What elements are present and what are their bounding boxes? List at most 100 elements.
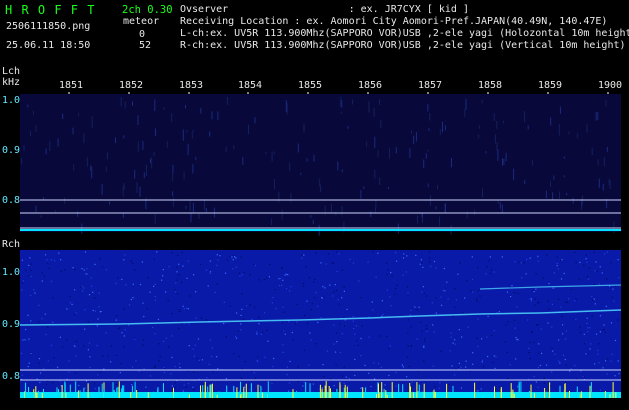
rch-noise-speck bbox=[587, 275, 589, 277]
rch-noise-speck bbox=[283, 311, 285, 313]
rch-noise-speck bbox=[94, 297, 96, 299]
rch-noise-speck bbox=[342, 375, 344, 377]
lch-noise-speck bbox=[464, 108, 466, 117]
lch-noise-speck bbox=[242, 157, 244, 165]
rch-noise-speck bbox=[175, 291, 177, 293]
lch-noise-speck bbox=[182, 129, 184, 141]
rch-noise-speck bbox=[569, 370, 571, 372]
rch-noise-speck bbox=[548, 308, 550, 310]
rch-noise-speck bbox=[110, 345, 112, 347]
rch-noise-speck bbox=[176, 279, 178, 281]
rch-noise-speck bbox=[154, 299, 157, 301]
rch-baseline-bar bbox=[41, 392, 43, 398]
rch-noise-speck bbox=[461, 336, 463, 338]
rch-baseline-bar bbox=[116, 387, 118, 398]
rch-noise-speck bbox=[157, 318, 159, 320]
rch-noise-speck bbox=[216, 264, 218, 266]
lch-noise-speck bbox=[559, 106, 561, 114]
lch-noise-speck bbox=[503, 158, 505, 165]
rch-noise-speck bbox=[179, 366, 181, 369]
rch-noise-speck bbox=[100, 310, 102, 313]
rch-noise-speck bbox=[407, 292, 409, 294]
lch-noise-speck bbox=[270, 218, 272, 225]
rch-noise-speck bbox=[321, 297, 323, 299]
lch-noise-speck bbox=[341, 206, 343, 216]
lch-noise-speck bbox=[163, 107, 165, 110]
rch-noise-speck bbox=[435, 312, 437, 314]
rch-baseline-bar bbox=[163, 383, 164, 398]
rch-baseline-bar bbox=[117, 386, 119, 398]
rch-noise-speck bbox=[296, 303, 298, 306]
rch-noise-speck bbox=[84, 251, 87, 253]
rch-noise-speck bbox=[481, 361, 483, 363]
lch-noise-speck bbox=[49, 140, 51, 151]
rch-noise-speck bbox=[390, 305, 392, 307]
rch-noise-speck bbox=[345, 376, 347, 378]
rch-baseline-bar bbox=[346, 386, 348, 398]
rch-noise-speck bbox=[514, 327, 516, 329]
rch-noise-speck bbox=[30, 320, 32, 322]
rch-noise-speck bbox=[262, 331, 264, 333]
rch-noise-speck bbox=[39, 381, 41, 384]
rch-noise-speck bbox=[530, 300, 533, 302]
rch-noise-speck bbox=[344, 325, 346, 327]
rch-noise-speck bbox=[465, 366, 467, 368]
rch-baseline-bar bbox=[402, 384, 404, 398]
rch-noise-speck bbox=[117, 277, 119, 279]
rch-noise-speck bbox=[586, 322, 588, 324]
lch-noise-speck bbox=[377, 150, 379, 157]
rch-noise-speck bbox=[30, 269, 32, 271]
rch-noise-speck bbox=[214, 291, 216, 294]
rch-baseline-bar bbox=[589, 385, 591, 398]
rch-noise-speck bbox=[339, 351, 341, 354]
rch-noise-speck bbox=[41, 280, 43, 282]
rch-noise-speck bbox=[515, 337, 517, 339]
rch-noise-speck bbox=[295, 323, 297, 325]
rch-noise-speck bbox=[303, 381, 305, 384]
rch-noise-speck bbox=[587, 327, 589, 329]
rch-noise-speck bbox=[557, 268, 560, 270]
lch-noise-speck bbox=[171, 113, 173, 122]
lch-noise-speck bbox=[481, 100, 483, 104]
lch-noise-speck bbox=[591, 147, 593, 156]
rch-noise-speck bbox=[209, 260, 211, 262]
rch-noise-speck bbox=[507, 321, 509, 323]
lch-noise-speck bbox=[281, 209, 283, 220]
rch-baseline-bar bbox=[309, 383, 311, 398]
rch-noise-speck bbox=[537, 323, 539, 326]
rch-noise-speck bbox=[354, 374, 356, 377]
rch-baseline-bar bbox=[118, 381, 120, 398]
rch-noise-speck bbox=[96, 345, 98, 347]
rch-noise-speck bbox=[149, 291, 151, 293]
rch-noise-speck bbox=[410, 309, 412, 312]
rch-baseline-bar bbox=[186, 392, 188, 398]
rch-noise-speck bbox=[335, 390, 337, 392]
rch-noise-speck bbox=[74, 269, 76, 271]
rch-noise-speck bbox=[333, 385, 335, 387]
rch-noise-speck bbox=[343, 366, 345, 368]
rch-noise-speck bbox=[59, 380, 61, 382]
rch-noise-speck bbox=[289, 290, 291, 292]
rch-noise-speck bbox=[66, 339, 68, 341]
rch-noise-speck bbox=[312, 383, 314, 385]
rch-noise-speck bbox=[491, 334, 493, 336]
lch-noise-speck bbox=[559, 191, 561, 199]
lch-noise-speck bbox=[142, 140, 144, 150]
rch-noise-speck bbox=[99, 371, 101, 373]
rch-noise-speck bbox=[320, 317, 322, 319]
rch-noise-speck bbox=[205, 319, 208, 321]
lch-noise-speck bbox=[379, 99, 380, 105]
lch-noise-speck bbox=[451, 157, 452, 168]
rch-noise-speck bbox=[603, 253, 606, 255]
rch-noise-speck bbox=[187, 383, 190, 385]
lch-noise-speck bbox=[137, 141, 139, 153]
rch-baseline-bar bbox=[33, 392, 35, 398]
rch-noise-speck bbox=[402, 366, 404, 368]
rch-noise-speck bbox=[611, 296, 613, 299]
rch-noise-speck bbox=[25, 269, 27, 271]
rch-noise-speck bbox=[281, 284, 283, 287]
lch-noise-speck bbox=[101, 183, 103, 195]
lch-noise-speck bbox=[527, 125, 529, 130]
rch-noise-speck bbox=[183, 308, 185, 310]
rch-noise-speck bbox=[457, 367, 460, 369]
